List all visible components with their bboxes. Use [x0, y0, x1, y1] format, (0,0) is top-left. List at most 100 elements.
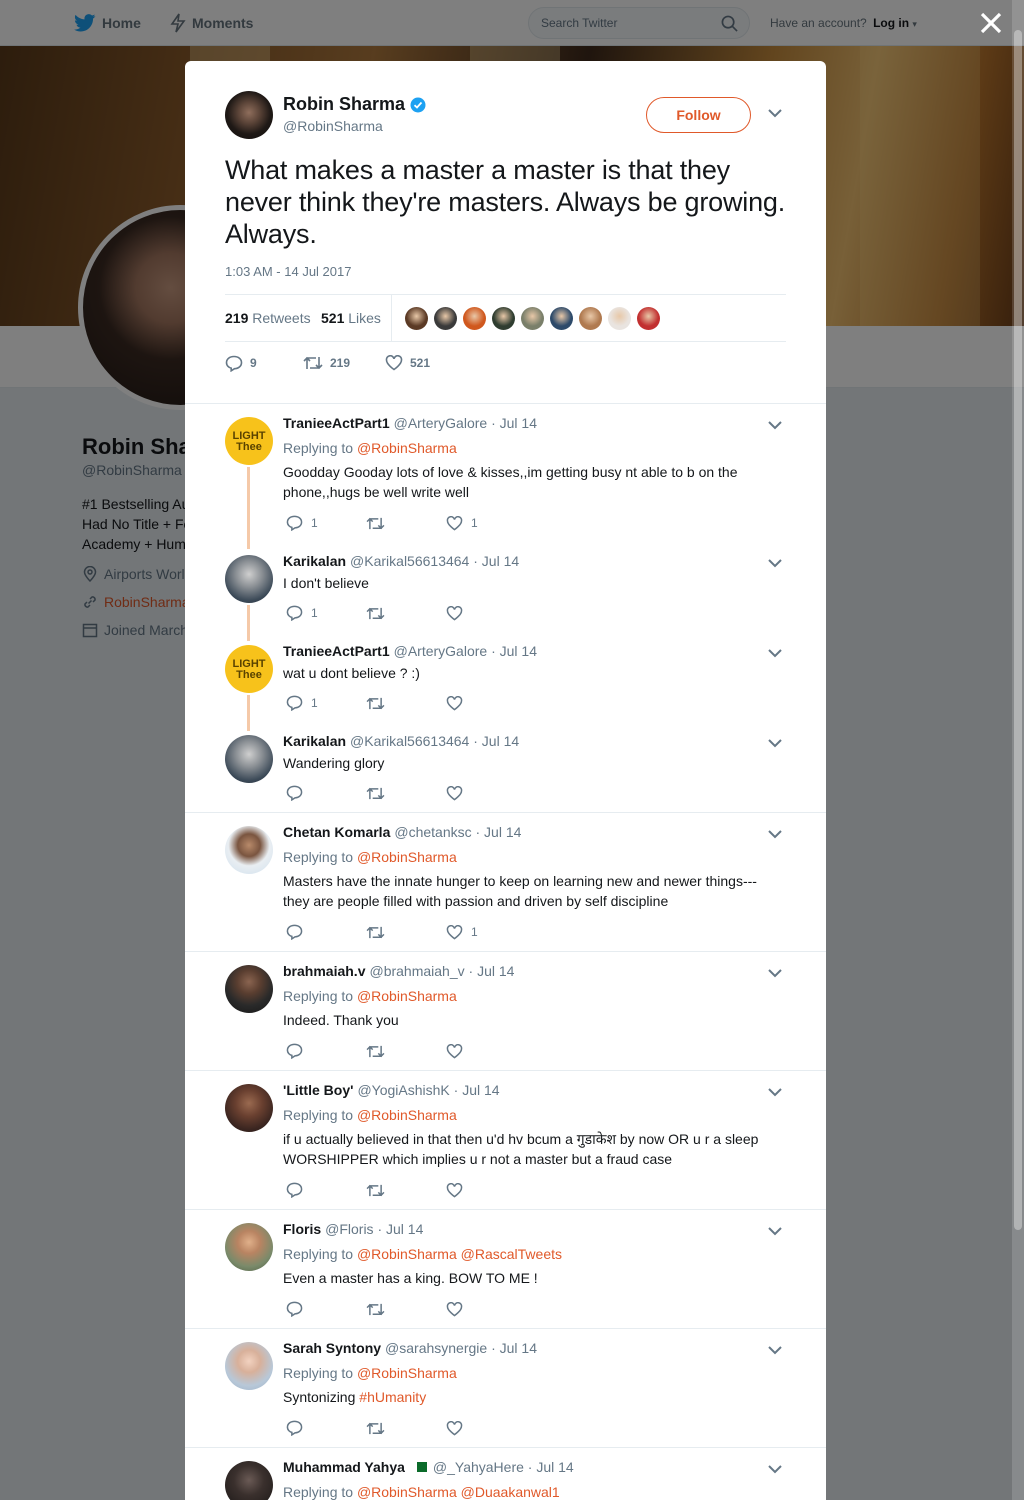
reply-date[interactable]: · Jul 14 [476, 824, 522, 840]
like-action[interactable]: 1 [446, 924, 526, 940]
reply-author-handle[interactable]: @Floris [325, 1221, 373, 1237]
author-handle[interactable]: @RobinSharma [283, 118, 383, 134]
tweet-timestamp[interactable]: 1:03 AM - 14 Jul 2017 [225, 264, 351, 279]
reply-author-handle[interactable]: @ArteryGalore [394, 643, 488, 659]
retweet-action[interactable] [366, 696, 446, 711]
reply-avatar[interactable] [225, 826, 273, 874]
liker-avatar[interactable] [405, 307, 428, 330]
like-action[interactable] [446, 1420, 526, 1436]
author-avatar[interactable] [225, 91, 273, 139]
retweet-action[interactable] [366, 1421, 446, 1436]
reply-author-handle[interactable]: @brahmaiah_v [369, 963, 464, 979]
reply-avatar[interactable] [225, 555, 273, 603]
like-action[interactable]: 521 [385, 355, 430, 371]
reply-author-name[interactable]: brahmaiah.v [283, 963, 365, 979]
mention-link[interactable]: @RobinSharma [357, 1365, 457, 1381]
reply-tweet[interactable]: brahmaiah.v @brahmaiah_v · Jul 14 Replyin… [185, 952, 826, 1070]
liker-avatar[interactable] [579, 307, 602, 330]
reply-action[interactable] [286, 785, 366, 801]
chevron-down-icon[interactable] [768, 969, 782, 978]
reply-avatar[interactable] [225, 1084, 273, 1132]
retweet-action[interactable] [366, 1044, 446, 1059]
chevron-down-icon[interactable] [768, 109, 782, 118]
reply-author-handle[interactable]: @chetanksc [394, 824, 471, 840]
reply-date[interactable]: · Jul 14 [473, 733, 519, 749]
author-name-row[interactable]: Robin Sharma [283, 94, 426, 115]
liker-avatar[interactable] [492, 307, 515, 330]
reply-tweet[interactable]: Chetan Komarla @chetanksc · Jul 14 Replyi… [185, 813, 826, 951]
liker-avatar[interactable] [637, 307, 660, 330]
reply-author-name[interactable]: Karikalan [283, 733, 346, 749]
liker-avatar[interactable] [521, 307, 544, 330]
chevron-down-icon[interactable] [768, 830, 782, 839]
author-name[interactable]: Robin Sharma [283, 94, 405, 115]
reply-date[interactable]: · Jul 14 [377, 1221, 423, 1237]
reply-action[interactable] [286, 1043, 366, 1059]
reply-date[interactable]: · Jul 14 [491, 415, 537, 431]
reply-tweet[interactable]: LIGHT Thee TranieeActPart1 @ArteryGalore ·… [185, 632, 826, 722]
reply-avatar[interactable] [225, 965, 273, 1013]
liker-avatar[interactable] [550, 307, 573, 330]
hashtag-link[interactable]: #hUmanity [359, 1389, 426, 1405]
like-action[interactable] [446, 695, 526, 711]
reply-author-handle[interactable]: @sarahsynergie [385, 1340, 487, 1356]
reply-avatar[interactable] [225, 1461, 273, 1500]
reply-date[interactable]: · Jul 14 [473, 553, 519, 569]
mention-link[interactable]: @RobinSharma @Duaakanwal1 [357, 1484, 560, 1500]
mention-link[interactable]: @RobinSharma [357, 1107, 457, 1123]
reply-tweet[interactable]: LIGHT Thee TranieeActPart1 @ArteryGalore ·… [185, 404, 826, 542]
reply-author-name[interactable]: TranieeActPart1 [283, 415, 390, 431]
like-action[interactable]: 1 [446, 515, 526, 531]
reply-avatar[interactable]: LIGHT Thee [225, 645, 273, 693]
like-action[interactable] [446, 1182, 526, 1198]
retweet-action[interactable] [366, 1183, 446, 1198]
chevron-down-icon[interactable] [768, 1346, 782, 1355]
close-icon[interactable] [978, 10, 1004, 36]
reply-date[interactable]: · Jul 14 [491, 1340, 537, 1356]
like-action[interactable] [446, 1043, 526, 1059]
follow-button[interactable]: Follow [646, 97, 751, 133]
mention-link[interactable]: @RobinSharma [357, 440, 457, 456]
reply-tweet[interactable]: Sarah Syntony @sarahsynergie · Jul 14 Rep… [185, 1329, 826, 1447]
reply-avatar[interactable] [225, 1223, 273, 1271]
reply-avatar[interactable]: LIGHT Thee [225, 417, 273, 465]
liker-avatar[interactable] [463, 307, 486, 330]
chevron-down-icon[interactable] [768, 1088, 782, 1097]
reply-author-name[interactable]: Sarah Syntony [283, 1340, 381, 1356]
reply-tweet[interactable]: Karikalan @Karikal56613464 · Jul 14 Wande… [185, 722, 826, 812]
reply-action[interactable]: 9 [225, 355, 303, 372]
reply-author-name[interactable]: 'Little Boy' [283, 1082, 353, 1098]
reply-action[interactable] [286, 1182, 366, 1198]
retweet-action[interactable] [366, 1302, 446, 1317]
reply-date[interactable]: · Jul 14 [469, 963, 515, 979]
chevron-down-icon[interactable] [768, 1465, 782, 1474]
reply-author-handle[interactable]: @_YahyaHere [433, 1459, 524, 1475]
reply-date[interactable]: · Jul 14 [528, 1459, 574, 1475]
reply-author-handle[interactable]: @ArteryGalore [394, 415, 488, 431]
reply-author-name[interactable]: Floris [283, 1221, 321, 1237]
retweets-stat[interactable]: 219 Retweets [225, 310, 311, 326]
reply-author-handle[interactable]: @Karikal56613464 [350, 553, 469, 569]
scrollbar-thumb[interactable] [1014, 30, 1022, 1230]
reply-author-name[interactable]: Muhammad Yahya [283, 1459, 405, 1475]
retweet-action[interactable] [366, 786, 446, 801]
reply-action[interactable] [286, 1301, 366, 1317]
mention-link[interactable]: @RobinSharma [357, 988, 457, 1004]
retweet-action[interactable] [366, 606, 446, 621]
chevron-down-icon[interactable] [768, 649, 782, 658]
scrollbar[interactable] [1012, 0, 1024, 1500]
reply-action[interactable] [286, 924, 366, 940]
reply-tweet[interactable]: Karikalan @Karikal56613464 · Jul 14 I don… [185, 542, 826, 632]
chevron-down-icon[interactable] [768, 739, 782, 748]
retweet-action[interactable] [366, 925, 446, 940]
like-action[interactable] [446, 1301, 526, 1317]
likes-stat[interactable]: 521 Likes [321, 310, 381, 326]
reply-author-name[interactable]: TranieeActPart1 [283, 643, 390, 659]
reply-author-name[interactable]: Karikalan [283, 553, 346, 569]
reply-tweet[interactable]: 'Little Boy' @YogiAshishK · Jul 14 Replyi… [185, 1071, 826, 1209]
reply-action[interactable]: 1 [286, 515, 366, 531]
mention-link[interactable]: @RobinSharma [357, 849, 457, 865]
reply-tweet[interactable]: Floris @Floris · Jul 14 Replying to @Robi… [185, 1210, 826, 1328]
reply-tweet[interactable]: Muhammad Yahya @_YahyaHere · Jul 14 Reply… [185, 1448, 826, 1500]
chevron-down-icon[interactable] [768, 559, 782, 568]
